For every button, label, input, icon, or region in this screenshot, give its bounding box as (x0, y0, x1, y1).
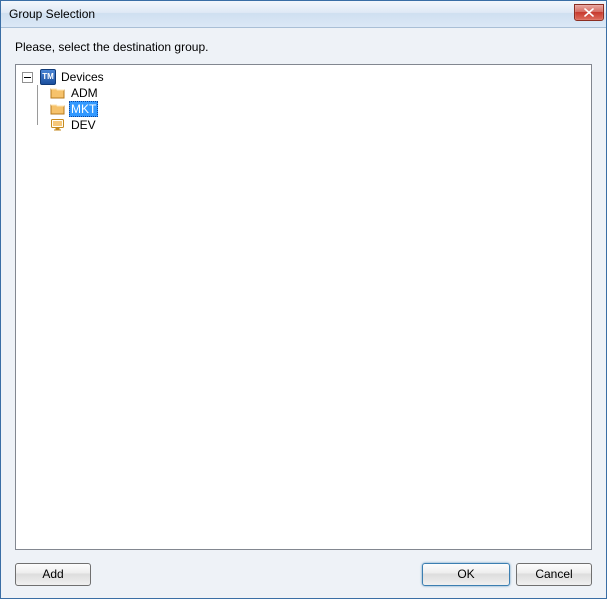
dialog-window: Group Selection Please, select the desti… (0, 0, 607, 599)
close-icon (584, 8, 594, 17)
instruction-label: Please, select the destination group. (15, 40, 592, 54)
cancel-button[interactable]: Cancel (516, 563, 592, 586)
tree-connector (32, 85, 50, 101)
button-row: Add OK Cancel (15, 562, 592, 586)
tree-child-node[interactable]: DEV (18, 117, 589, 133)
tree-connector (32, 117, 50, 133)
tm-icon: TM (40, 69, 56, 85)
tree-node-label: DEV (69, 117, 98, 133)
tree-child-node[interactable]: MKT (18, 101, 589, 117)
expand-toggle[interactable] (22, 72, 33, 83)
tree-node-label: Devices (59, 69, 106, 85)
dialog-content: Please, select the destination group. TM… (1, 28, 606, 598)
tree-pane[interactable]: TM Devices ADM MKT (15, 64, 592, 550)
tree-connector (18, 117, 32, 133)
ok-button[interactable]: OK (422, 563, 510, 586)
window-title: Group Selection (9, 7, 574, 21)
tree-root-node[interactable]: TM Devices (18, 69, 589, 85)
tree-connector (18, 85, 32, 101)
add-button[interactable]: Add (15, 563, 91, 586)
tree-connector (18, 101, 32, 117)
folder-icon (50, 85, 66, 101)
close-button[interactable] (574, 4, 604, 21)
tree-node-label: MKT (69, 101, 98, 117)
group-tree: TM Devices ADM MKT (18, 69, 589, 133)
monitor-icon (50, 117, 66, 133)
tree-child-node[interactable]: ADM (18, 85, 589, 101)
tree-connector (32, 101, 50, 117)
tree-connector (36, 69, 40, 85)
folder-icon (50, 101, 66, 117)
titlebar: Group Selection (1, 1, 606, 28)
tree-node-label: ADM (69, 85, 100, 101)
